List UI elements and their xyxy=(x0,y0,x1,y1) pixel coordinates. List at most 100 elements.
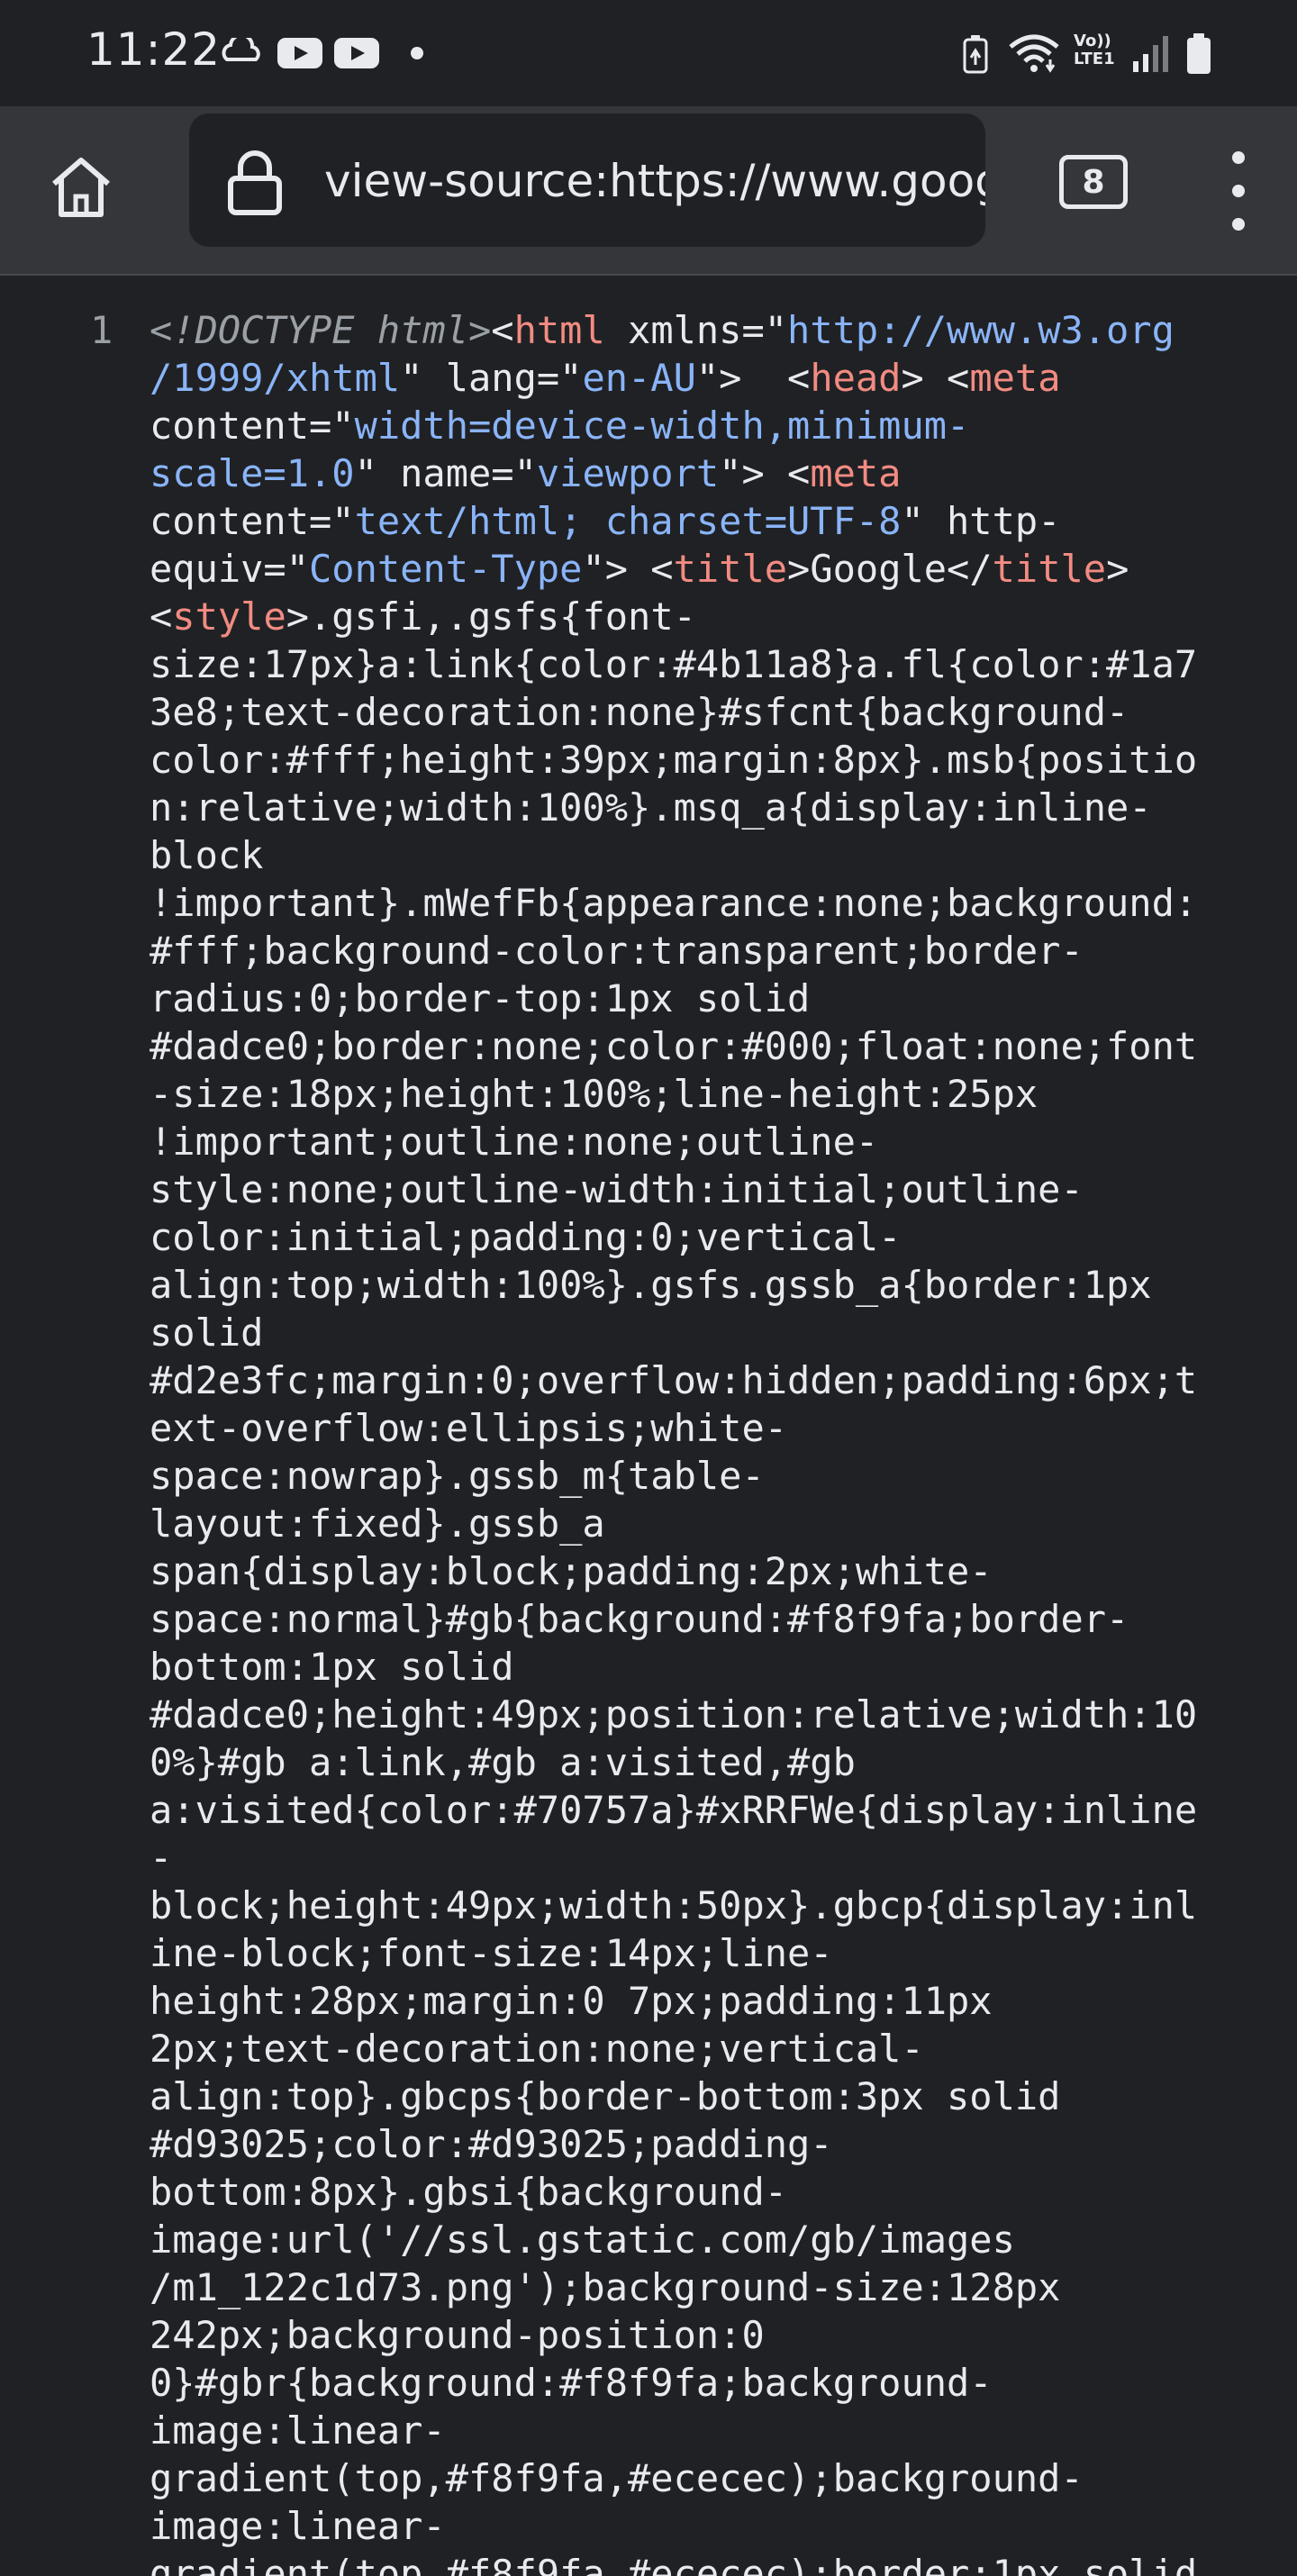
source-token: image:linear- xyxy=(150,2408,446,2453)
source-token: meta xyxy=(969,356,1061,400)
source-line: 2px;text-decoration:none;vertical- xyxy=(150,2025,1275,2073)
menu-dot-icon xyxy=(1232,151,1245,164)
source-token: height:28px;margin:0 7px;padding:11px xyxy=(150,1979,993,2023)
source-line: height:28px;margin:0 7px;padding:11px xyxy=(150,1977,1275,2025)
source-token: solid xyxy=(150,1311,264,1355)
source-line: image:linear- xyxy=(150,2502,1275,2550)
source-line: block;height:49px;width:50px}.gbcp{displ… xyxy=(150,1882,1275,1929)
source-token: style xyxy=(172,594,286,639)
source-token: viewport xyxy=(536,451,720,495)
source-token: 3e8;text-decoration:none}#sfcnt{backgrou… xyxy=(150,690,1129,734)
source-token: n:relative;width:100%}.msq_a{display:inl… xyxy=(150,785,1152,830)
source-token: title xyxy=(673,547,788,591)
source-line: align:top}.gbcps{border-bottom:3px solid xyxy=(150,2073,1275,2120)
source-code: <!DOCTYPE html><html xmlns="http://www.w… xyxy=(150,306,1275,2576)
source-line: layout:fixed}.gssb_a xyxy=(150,1500,1275,1547)
source-line: - xyxy=(150,1834,1275,1882)
tab-switcher-button[interactable]: 8 xyxy=(1059,155,1128,209)
address-bar[interactable]: view-source:https://www.google.com.au/?g… xyxy=(189,113,985,247)
source-token: image:linear- xyxy=(150,2504,446,2548)
source-token: radius:0;border-top:1px solid xyxy=(150,976,811,1020)
source-token: color:initial;padding:0;vertical- xyxy=(150,1215,902,1259)
source-token: !important;outline:none;outline- xyxy=(150,1120,879,1164)
source-token: <!DOCTYPE html> xyxy=(150,308,492,352)
source-line: align:top;width:100%}.gsfs.gssb_a{border… xyxy=(150,1261,1275,1309)
source-token: layout:fixed}.gssb_a xyxy=(150,1501,605,1546)
source-token: < xyxy=(150,594,173,639)
youtube-notification-icon xyxy=(277,38,322,68)
battery-saver-icon xyxy=(963,35,988,74)
source-token: content=" xyxy=(150,404,355,448)
source-token: align:top}.gbcps{border-bottom:3px solid xyxy=(150,2074,1061,2118)
status-time: 11:22 xyxy=(86,23,222,76)
source-line: ext-overflow:ellipsis;white- xyxy=(150,1404,1275,1452)
source-line: <!DOCTYPE html><html xmlns="http://www.w… xyxy=(150,306,1275,354)
source-line: gradient(top,#f8f9fa,#ececec);background… xyxy=(150,2454,1275,2502)
source-token: Content-Type xyxy=(309,547,583,591)
source-line: equiv="Content-Type"> <title>Google</tit… xyxy=(150,545,1275,593)
home-icon xyxy=(52,158,110,217)
source-line: #dadce0;height:49px;position:relative;wi… xyxy=(150,1691,1275,1738)
source-line: #d93025;color:#d93025;padding- xyxy=(150,2120,1275,2168)
source-line: !important;outline:none;outline- xyxy=(150,1118,1275,1166)
source-line: bottom:8px}.gbsi{background- xyxy=(150,2168,1275,2216)
source-line: n:relative;width:100%}.msq_a{display:inl… xyxy=(150,784,1275,831)
source-token: #dadce0;border:none;color:#000;float:non… xyxy=(150,1024,1198,1068)
source-line: 242px;background-position:0 xyxy=(150,2311,1275,2359)
source-token: 0}#gbr{background:#f8f9fa;background- xyxy=(150,2361,993,2405)
source-token: title xyxy=(992,547,1107,591)
source-token: -size:18px;height:100%;line-height:25px xyxy=(150,1072,1039,1116)
wifi-icon xyxy=(1009,34,1059,73)
source-token: a:visited{color:#70757a}#xRRFWe{display:… xyxy=(150,1788,1198,1832)
source-line: #dadce0;border:none;color:#000;float:non… xyxy=(150,1022,1275,1070)
volte-top-label: Vo)) xyxy=(1074,32,1111,50)
line-number: 1 xyxy=(90,308,113,352)
source-token: >.gsfi,.gsfs{font- xyxy=(286,594,696,639)
url-text[interactable]: view-source:https://www.google.com.au/?g… xyxy=(324,155,985,207)
lock-icon[interactable] xyxy=(225,150,285,216)
source-token: /m1_122c1d73.png');background-size:128px xyxy=(150,2265,1061,2309)
source-token: space:nowrap}.gssb_m{table- xyxy=(150,1454,765,1498)
source-line: style:none;outline-width:initial;outline… xyxy=(150,1166,1275,1213)
source-line: /m1_122c1d73.png');background-size:128px xyxy=(150,2263,1275,2311)
source-token: en-AU xyxy=(582,356,696,400)
source-line: color:#fff;height:39px;margin:8px}.msb{p… xyxy=(150,736,1275,784)
source-line: -size:18px;height:100%;line-height:25px xyxy=(150,1070,1275,1118)
source-line: !important}.mWefFb{appearance:none;backg… xyxy=(150,879,1275,927)
source-line: image:url('//ssl.gstatic.com/gb/images xyxy=(150,2216,1275,2263)
source-token: > xyxy=(1106,547,1129,591)
source-token: style:none;outline-width:initial;outline… xyxy=(150,1167,1084,1211)
overflow-menu-button[interactable] xyxy=(1207,146,1270,236)
source-line: content="text/html; charset=UTF-8" http- xyxy=(150,497,1275,545)
source-token: size:17px}a:link{color:#4b11a8}a.fl{colo… xyxy=(150,642,1198,686)
lte-label: LTE1 xyxy=(1074,50,1115,68)
source-token: span{display:block;padding:2px;white- xyxy=(150,1549,993,1593)
home-button[interactable] xyxy=(36,142,126,232)
source-token: !important}.mWefFb{appearance:none;backg… xyxy=(150,881,1198,925)
source-line: solid xyxy=(150,1309,1275,1356)
status-bar: 11:22 Vo)) LTE1 xyxy=(0,0,1297,106)
source-token: gradient(top,#f8f9fa,#ececec);border:1px… xyxy=(150,2552,1198,2576)
source-token: < xyxy=(491,308,514,352)
source-token: " lang=" xyxy=(400,356,583,400)
source-line: /1999/xhtml" lang="en-AU"> <head> <meta xyxy=(150,354,1275,402)
youtube-notification-icon xyxy=(334,38,379,68)
source-token: - xyxy=(150,1836,173,1880)
source-token: width=device-width,minimum- xyxy=(354,404,970,448)
source-token: color:#fff;height:39px;margin:8px}.msb{p… xyxy=(150,738,1198,782)
source-token: 2px;text-decoration:none;vertical- xyxy=(150,2027,924,2071)
source-token: align:top;width:100%}.gsfs.gssb_a{border… xyxy=(150,1263,1152,1307)
source-token: > < xyxy=(901,356,970,400)
page-source-view: 1 <!DOCTYPE html><html xmlns="http://www… xyxy=(0,276,1297,2576)
source-token: text/html; charset=UTF-8 xyxy=(354,499,902,543)
more-notifications-dot-icon xyxy=(411,47,423,59)
source-token: gradient(top,#f8f9fa,#ececec);background… xyxy=(150,2456,1084,2500)
source-token: content=" xyxy=(150,499,355,543)
source-line: #fff;background-color:transparent;border… xyxy=(150,927,1275,975)
source-token: ine-block;font-size:14px;line- xyxy=(150,1931,833,1975)
source-line: space:nowrap}.gssb_m{table- xyxy=(150,1452,1275,1500)
source-token: #dadce0;height:49px;position:relative;wi… xyxy=(150,1692,1198,1737)
source-token: xmlns=" xyxy=(604,308,788,352)
source-line: radius:0;border-top:1px solid xyxy=(150,975,1275,1022)
source-token: scale=1.0 xyxy=(150,451,355,495)
